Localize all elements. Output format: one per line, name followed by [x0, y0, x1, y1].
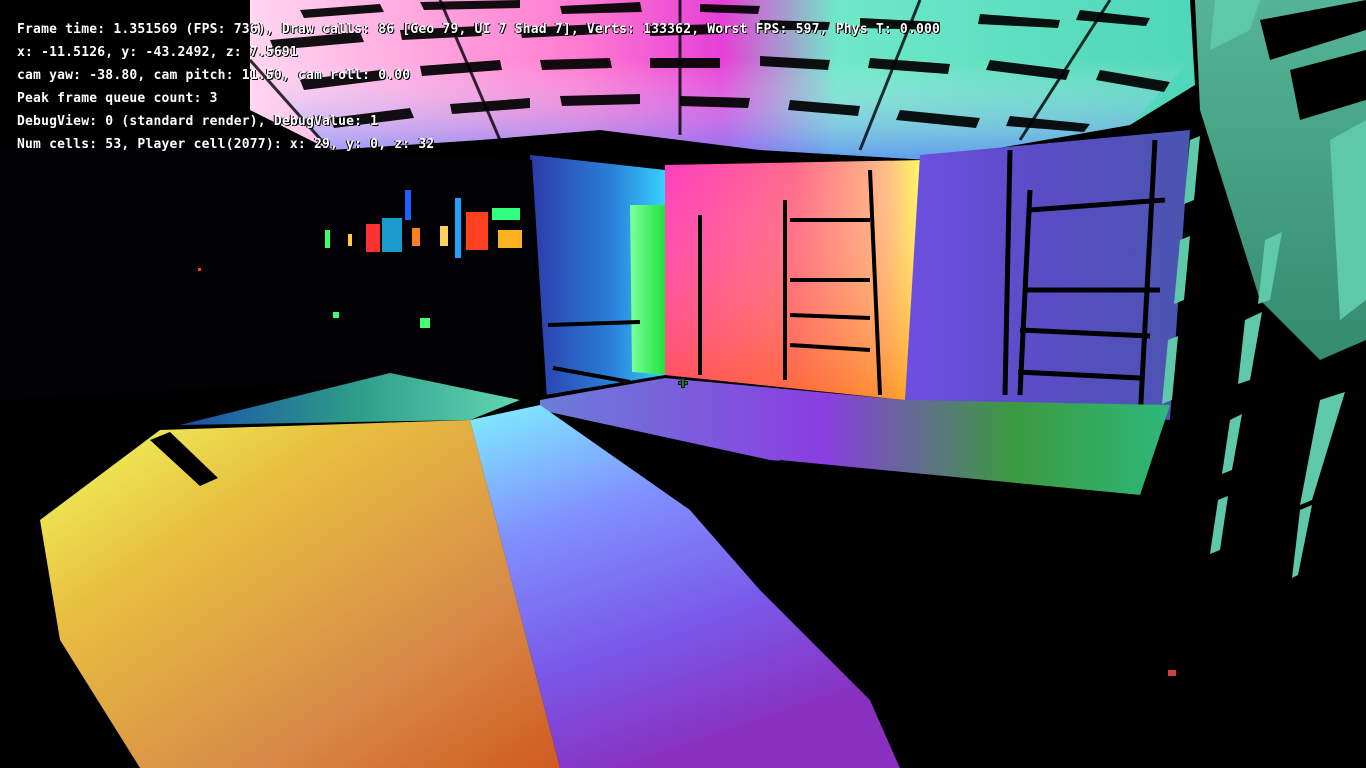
crosshair-icon [678, 378, 688, 388]
left-wall [0, 150, 540, 400]
hud-camera: cam yaw: -38.80, cam pitch: 11.50, cam r… [17, 68, 411, 83]
hud-frame-queue: Peak frame queue count: 3 [17, 91, 218, 106]
hud-cells: Num cells: 53, Player cell(2077): x: 29,… [17, 137, 435, 152]
hud-debug-view: DebugView: 0 (standard render), DebugVal… [17, 114, 379, 129]
game-viewport[interactable]: Frame time: 1.351569 (FPS: 736), Draw ca… [0, 0, 1366, 768]
hud-position: x: -11.5126, y: -43.2492, z: 7.5691 [17, 45, 298, 60]
debug-hud: Frame time: 1.351569 (FPS: 736), Draw ca… [17, 18, 940, 156]
green-panel [630, 205, 668, 375]
floor-left [40, 420, 560, 768]
hud-frame-stats: Frame time: 1.351569 (FPS: 736), Draw ca… [17, 22, 941, 37]
